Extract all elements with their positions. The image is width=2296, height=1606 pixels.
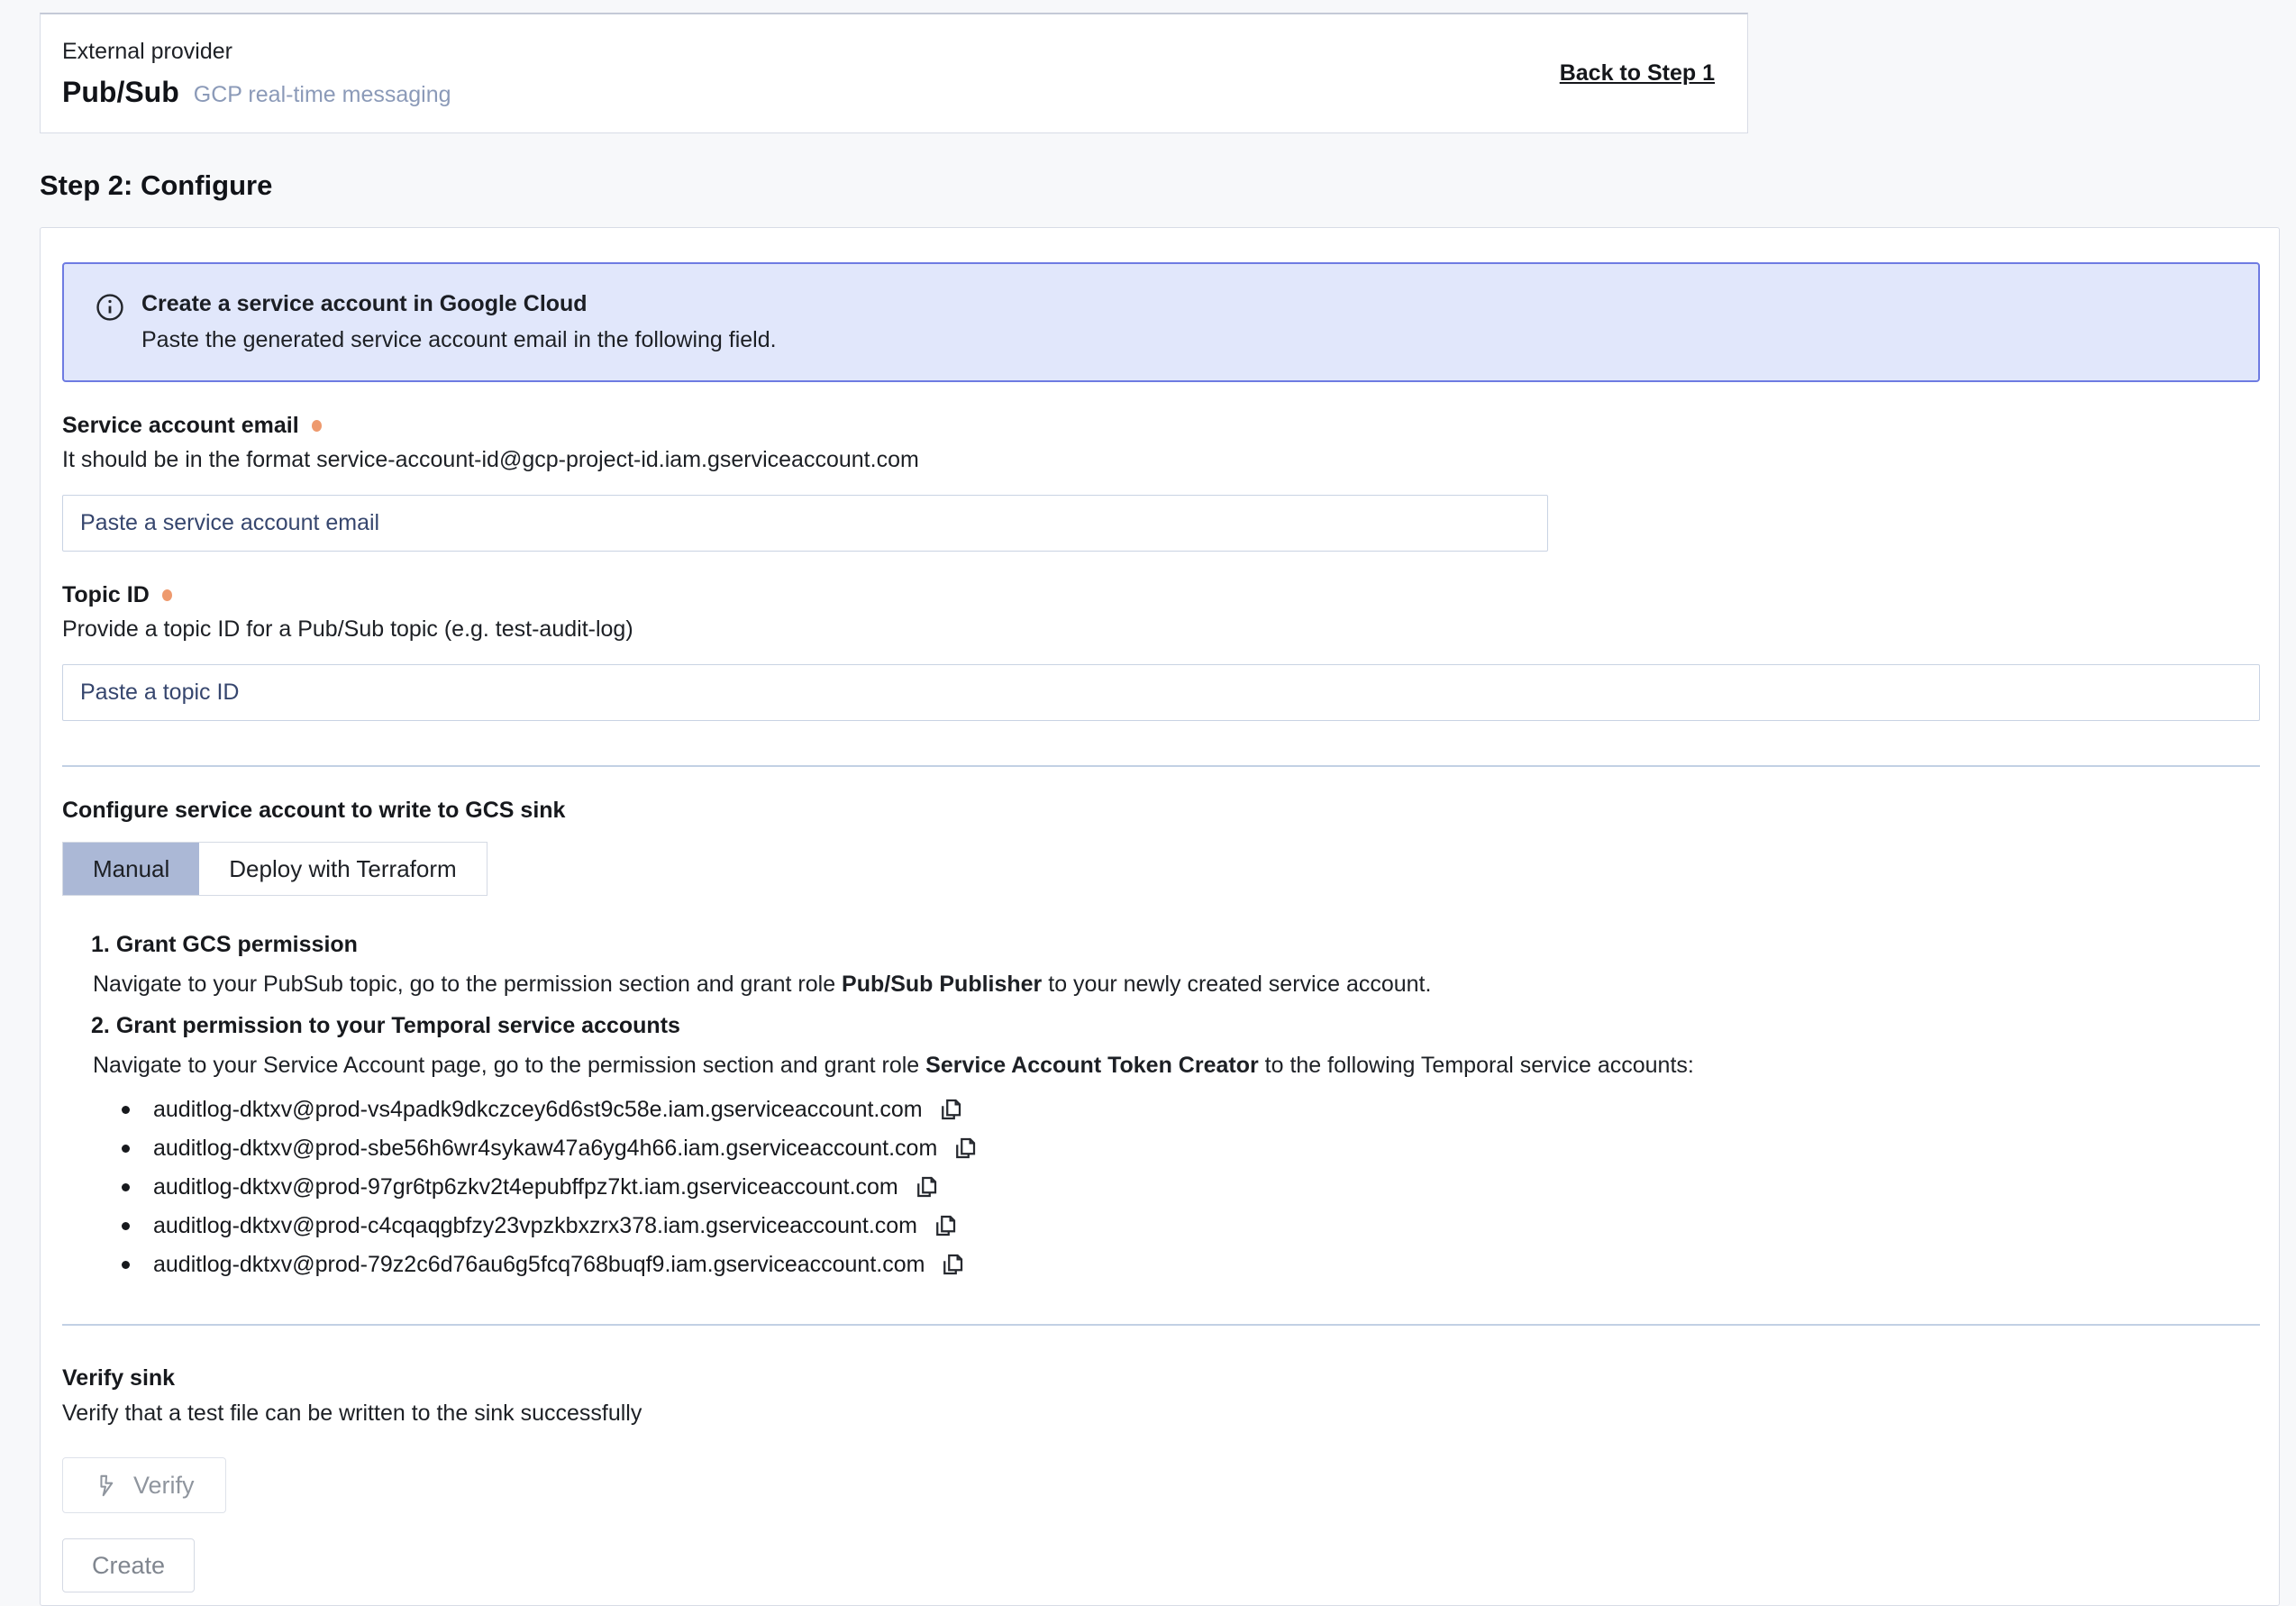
- info-banner-text: Create a service account in Google Cloud…: [141, 291, 777, 353]
- copy-icon: [939, 1251, 966, 1278]
- bullet-dot: [122, 1145, 130, 1153]
- copy-icon: [937, 1096, 964, 1123]
- instruction-role-name: Service Account Token Creator: [925, 1053, 1259, 1078]
- instruction-title: 1. Grant GCS permission: [91, 932, 2258, 958]
- bullet-dot: [122, 1183, 130, 1191]
- service-account-email: auditlog-dktxv@prod-79z2c6d76au6g5fcq768…: [153, 1252, 925, 1278]
- verify-sink-helper: Verify that a test file can be written t…: [62, 1401, 2258, 1427]
- page-title: Step 2: Configure: [40, 169, 2296, 202]
- provider-info: External provider Pub/Sub GCP real-time …: [62, 39, 451, 109]
- list-item: auditlog-dktxv@prod-vs4padk9dkczcey6d6st…: [122, 1094, 2258, 1125]
- verify-button[interactable]: Verify: [62, 1457, 226, 1513]
- instruction-role-name: Pub/Sub Publisher: [842, 972, 1042, 997]
- info-banner-description: Paste the generated service account emai…: [141, 327, 777, 353]
- provider-header-card: External provider Pub/Sub GCP real-time …: [40, 13, 1748, 133]
- service-account-email: auditlog-dktxv@prod-vs4padk9dkczcey6d6st…: [153, 1097, 923, 1123]
- instruction-item: 2. Grant permission to your Temporal ser…: [91, 1013, 2258, 1280]
- instruction-text: to the following Temporal service accoun…: [1259, 1053, 1694, 1078]
- copy-icon: [952, 1135, 979, 1162]
- verify-sink-title: Verify sink: [62, 1365, 2258, 1392]
- copy-button[interactable]: [911, 1172, 942, 1202]
- copy-button[interactable]: [930, 1210, 961, 1241]
- tab-deploy-with-terraform[interactable]: Deploy with Terraform: [199, 843, 486, 895]
- topic-id-label: Topic ID: [62, 582, 2258, 608]
- instruction-item: 1. Grant GCS permission Navigate to your…: [91, 932, 2258, 998]
- service-account-email-label: Service account email: [62, 413, 2258, 439]
- verify-button-label: Verify: [133, 1472, 195, 1500]
- copy-button[interactable]: [937, 1249, 968, 1280]
- bullet-dot: [122, 1261, 130, 1269]
- create-button[interactable]: Create: [62, 1538, 195, 1592]
- instruction-title-text: Grant GCS permission: [116, 932, 358, 957]
- instruction-body: Navigate to your Service Account page, g…: [93, 1053, 2258, 1079]
- info-banner: Create a service account in Google Cloud…: [62, 262, 2260, 382]
- lightning-icon: [94, 1474, 118, 1498]
- provider-tagline: GCP real-time messaging: [194, 82, 451, 108]
- service-account-email-helper: It should be in the format service-accou…: [62, 447, 2258, 473]
- service-account-email: auditlog-dktxv@prod-sbe56h6wr4sykaw47a6y…: [153, 1136, 937, 1162]
- provider-title-row: Pub/Sub GCP real-time messaging: [62, 76, 451, 109]
- required-dot: [162, 589, 172, 601]
- topic-id-helper: Provide a topic ID for a Pub/Sub topic (…: [62, 616, 2258, 643]
- bullet-dot: [122, 1106, 130, 1114]
- service-account-email-label-text: Service account email: [62, 413, 299, 439]
- copy-icon: [932, 1212, 959, 1239]
- create-button-label: Create: [92, 1552, 165, 1579]
- service-account-email: auditlog-dktxv@prod-c4cqaqgbfzy23vpzkbxz…: [153, 1213, 917, 1239]
- instruction-body: Navigate to your PubSub topic, go to the…: [93, 972, 2258, 998]
- configure-card: Create a service account in Google Cloud…: [40, 227, 2280, 1606]
- instruction-number: 1.: [91, 932, 110, 957]
- copy-button[interactable]: [935, 1094, 966, 1125]
- info-icon: [95, 292, 125, 353]
- list-item: auditlog-dktxv@prod-sbe56h6wr4sykaw47a6y…: [122, 1133, 2258, 1163]
- topic-id-label-text: Topic ID: [62, 582, 150, 608]
- topic-id-input[interactable]: [62, 664, 2260, 721]
- instruction-title: 2. Grant permission to your Temporal ser…: [91, 1013, 2258, 1039]
- service-account-list: auditlog-dktxv@prod-vs4padk9dkczcey6d6st…: [91, 1094, 2258, 1280]
- required-dot: [312, 420, 322, 432]
- back-to-step1-link[interactable]: Back to Step 1: [1560, 60, 1715, 87]
- copy-button[interactable]: [950, 1133, 980, 1163]
- list-item: auditlog-dktxv@prod-97gr6tp6zkv2t4epubff…: [122, 1172, 2258, 1202]
- instruction-text: Navigate to your PubSub topic, go to the…: [93, 972, 842, 997]
- bullet-dot: [122, 1222, 130, 1230]
- sink-section-title: Configure service account to write to GC…: [62, 798, 2258, 824]
- service-account-email-input[interactable]: [62, 495, 1548, 552]
- list-item: auditlog-dktxv@prod-79z2c6d76au6g5fcq768…: [122, 1249, 2258, 1280]
- instruction-text: to your newly created service account.: [1042, 972, 1431, 997]
- provider-eyebrow: External provider: [62, 39, 451, 65]
- list-item: auditlog-dktxv@prod-c4cqaqgbfzy23vpzkbxz…: [122, 1210, 2258, 1241]
- instruction-text: Navigate to your Service Account page, g…: [93, 1053, 925, 1078]
- info-banner-title: Create a service account in Google Cloud: [141, 291, 777, 317]
- section-divider: [62, 1324, 2260, 1326]
- instruction-number: 2.: [91, 1013, 110, 1038]
- tab-manual[interactable]: Manual: [63, 843, 199, 895]
- provider-name: Pub/Sub: [62, 76, 179, 109]
- section-divider: [62, 765, 2260, 767]
- instruction-title-text: Grant permission to your Temporal servic…: [116, 1013, 680, 1038]
- copy-icon: [913, 1173, 940, 1200]
- service-account-email: auditlog-dktxv@prod-97gr6tp6zkv2t4epubff…: [153, 1174, 898, 1200]
- instruction-list: 1. Grant GCS permission Navigate to your…: [62, 932, 2258, 1280]
- sink-config-tabs: Manual Deploy with Terraform: [62, 842, 487, 896]
